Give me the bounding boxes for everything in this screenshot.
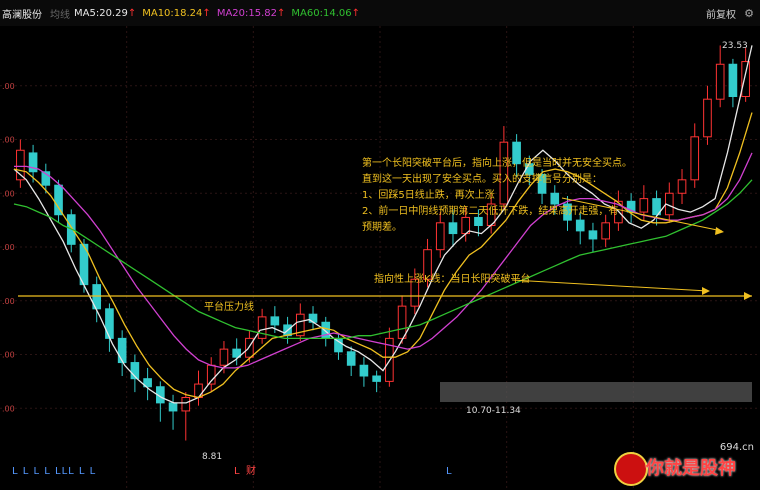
ma60-legend: MA60:14.06 <box>291 7 352 19</box>
line-type-label[interactable]: 均线 <box>50 6 70 21</box>
breakout-label: 指向性上涨K线：当日长阳突破平台 <box>374 274 531 285</box>
ma10-up-arrow: ↑ <box>202 7 211 19</box>
y-tick-label: .00 <box>2 189 15 198</box>
candle-up <box>219 348 229 366</box>
l-marker-mid: L <box>234 466 240 477</box>
candle-up <box>257 316 267 339</box>
y-tick-label: .00 <box>2 243 15 252</box>
ma60-up-arrow: ↑ <box>351 7 360 19</box>
l-marker-right: L <box>446 466 452 477</box>
candle-up <box>703 98 712 138</box>
ma10-legend: MA10:18.24 <box>142 7 203 19</box>
y-tick-label: .00 <box>2 297 15 306</box>
watermark-domain: 694.cn <box>719 442 754 453</box>
note-line-4: 2、前一日中阴线预期第二天低开下跌，结果高开走强，有 <box>362 206 619 217</box>
candle-down <box>168 402 178 412</box>
note-line-3: 1、回踩5日线止跌，再次上涨 <box>362 190 495 201</box>
candle-down <box>372 375 381 382</box>
y-tick-label: .00 <box>2 136 15 145</box>
chart-header: 高澜股份 均线 MA5:20.29 ↑ MA10:18.24 ↑ MA20:15.8… <box>0 0 760 26</box>
note-line-2: 直到这一天出现了安全买点。买入的支撑信号分别是： <box>362 174 602 185</box>
platform-label: 平台压力线 <box>204 302 254 313</box>
candle-up <box>245 337 254 358</box>
candle-up <box>181 397 191 412</box>
candle-down <box>117 337 127 364</box>
candle-down <box>105 308 114 339</box>
annotation-note: 第一个长阳突破平台后，指向上涨，但是当时并无安全买点。 直到这一天出现了安全买点… <box>362 156 632 236</box>
range-value-label: 10.70-11.34 <box>466 406 521 416</box>
watermark: 694.cn 你就是股神 <box>612 442 760 490</box>
breakout-arrow-line <box>511 279 709 292</box>
cai-marker: 财 <box>246 466 256 477</box>
platform-line-arrowhead <box>744 292 752 300</box>
y-tick-label: .00 <box>2 82 15 91</box>
candlestick-chart: .00 .00 .00 .00 .00 .00 .00 <box>0 26 760 490</box>
y-axis-ticks: .00 .00 .00 .00 .00 .00 .00 <box>2 82 15 414</box>
candle-up <box>690 136 700 181</box>
ma20-up-arrow: ↑ <box>277 7 286 19</box>
chart-grid <box>0 26 760 490</box>
breakout-arrowhead <box>702 287 710 295</box>
candle-down <box>359 364 369 377</box>
gear-icon[interactable]: ⚙ <box>744 7 754 20</box>
candle-up <box>677 179 687 194</box>
candle-up <box>741 61 750 97</box>
candle-down <box>728 63 738 97</box>
candle-down <box>346 351 356 366</box>
candle-up <box>639 198 649 213</box>
l-markers-left: L L L L LLL L L <box>12 466 97 477</box>
ma5-up-arrow: ↑ <box>127 7 137 19</box>
candle-up <box>715 63 725 100</box>
candle-down <box>54 184 63 216</box>
adjust-mode-button[interactable]: 前复权 <box>706 6 736 21</box>
candle-up <box>397 305 407 339</box>
y-tick-label: .00 <box>2 404 15 413</box>
note-line-1: 第一个长阳突破平台后，指向上涨，但是当时并无安全买点。 <box>362 158 632 169</box>
low-value-label: 8.81 <box>202 452 223 462</box>
note-line-5: 预期差。 <box>362 222 402 233</box>
stock-name[interactable]: 高澜股份 <box>2 6 42 21</box>
support-zone <box>440 382 752 402</box>
watermark-brand: 你就是股神 <box>646 458 736 479</box>
ma5-legend: MA5:20.29 <box>74 7 128 19</box>
ma20-legend: MA20:15.82 <box>216 7 278 19</box>
candle-down <box>270 316 280 326</box>
watermark-logo-icon <box>614 452 648 486</box>
high-value-label: 23.53 <box>722 41 748 51</box>
safe-buy-arrowhead <box>715 227 724 235</box>
candle-up <box>194 383 203 398</box>
y-tick-label: .00 <box>2 351 15 360</box>
